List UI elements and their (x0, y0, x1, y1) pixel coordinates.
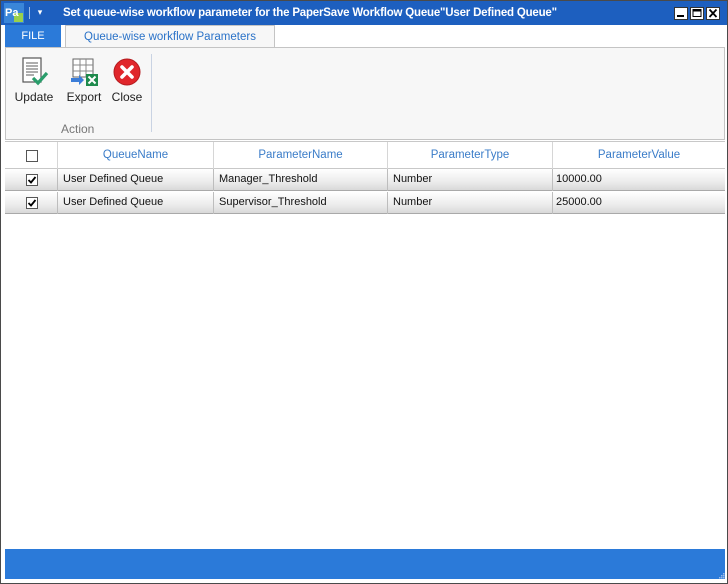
maximize-icon (692, 9, 702, 17)
close-label: Close (111, 90, 143, 104)
ribbon-group-separator (151, 54, 152, 132)
check-icon (27, 199, 37, 207)
parameter-name-cell[interactable]: Supervisor_Threshold (214, 192, 388, 214)
table-row[interactable]: User Defined Queue Supervisor_Threshold … (5, 192, 725, 214)
minimize-button[interactable] (674, 7, 688, 20)
parameter-type-cell[interactable]: Number (388, 169, 553, 191)
parameter-value-cell[interactable]: 25000.00 (553, 192, 725, 214)
parameter-type-cell[interactable]: Number (388, 192, 553, 214)
tab-queue-wise-workflow-parameters[interactable]: Queue-wise workflow Parameters (65, 25, 275, 48)
window-title: Set queue-wise workflow parameter for th… (63, 7, 557, 19)
column-header-queuename[interactable]: QueueName (58, 142, 214, 169)
app-icon-text: Pa (5, 7, 19, 19)
close-red-circle-icon (113, 58, 141, 86)
papersave-app-icon[interactable]: Pa (4, 3, 24, 23)
export-button[interactable]: Export (62, 54, 106, 106)
grid-header: QueueName ParameterName ParameterType Pa… (5, 141, 725, 169)
select-all-header[interactable] (5, 142, 58, 169)
status-bar (5, 549, 725, 579)
column-header-parametertype[interactable]: ParameterType (388, 142, 553, 169)
update-button[interactable]: Update (12, 54, 56, 106)
update-document-icon (22, 57, 49, 86)
title-bar[interactable]: Pa ▾ Set queue-wise workflow parameter f… (1, 1, 727, 25)
row-checkbox[interactable] (26, 174, 38, 186)
queue-name-cell[interactable]: User Defined Queue (58, 169, 214, 191)
app-window: Pa ▾ Set queue-wise workflow parameter f… (0, 0, 728, 584)
check-icon (27, 176, 37, 184)
update-label: Update (14, 90, 54, 104)
close-icon (708, 8, 718, 18)
quick-access-separator (29, 7, 30, 19)
file-tab[interactable]: FILE (5, 25, 61, 47)
row-select-cell[interactable] (5, 192, 58, 214)
select-all-checkbox[interactable] (26, 150, 38, 162)
action-group-label: Action (61, 122, 95, 136)
maximize-button[interactable] (690, 7, 704, 20)
close-button[interactable]: Close (108, 54, 146, 106)
export-excel-icon (71, 58, 98, 86)
resize-grip-icon[interactable] (717, 571, 725, 579)
ribbon-panel: Update Export Close Action (5, 47, 725, 140)
window-close-button[interactable] (706, 7, 720, 20)
table-row[interactable]: User Defined Queue Manager_Threshold Num… (5, 169, 725, 191)
column-header-parametervalue[interactable]: ParameterValue (553, 142, 725, 169)
parameter-value-cell[interactable]: 10000.00 (553, 169, 725, 191)
minimize-icon (677, 15, 684, 17)
export-label: Export (66, 90, 102, 104)
queue-name-cell[interactable]: User Defined Queue (58, 192, 214, 214)
column-header-parametername[interactable]: ParameterName (214, 142, 388, 169)
row-checkbox[interactable] (26, 197, 38, 209)
parameter-name-cell[interactable]: Manager_Threshold (214, 169, 388, 191)
quick-access-menu-icon[interactable]: ▾ (34, 5, 46, 19)
row-select-cell[interactable] (5, 169, 58, 191)
